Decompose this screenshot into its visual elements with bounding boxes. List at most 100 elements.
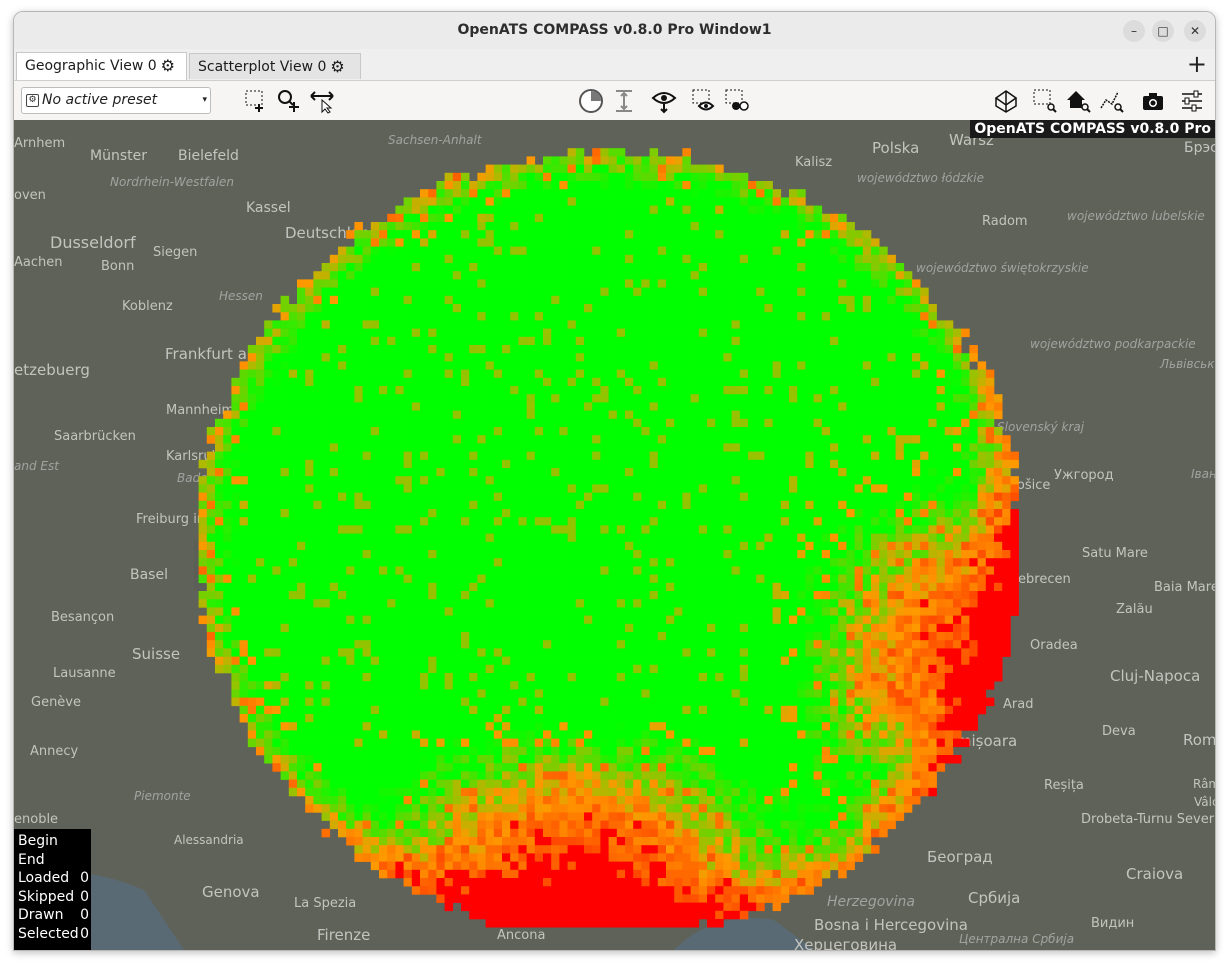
coverage-cell	[920, 295, 929, 305]
maximize-button[interactable]: □	[1152, 20, 1174, 42]
coverage-cell	[510, 230, 519, 239]
tab-scatterplot-view[interactable]: Scatterplot View 0 ⚙	[189, 53, 361, 79]
coverage-cell	[223, 599, 232, 608]
coverage-cell	[313, 328, 322, 338]
app-window: OpenATS COMPASS v0.8.0 Pro Window1 – □ ✕…	[13, 11, 1216, 951]
zoom-add-icon[interactable]	[276, 88, 302, 114]
coverage-cell	[879, 328, 888, 338]
select-rect-icon[interactable]	[243, 88, 269, 114]
screenshot-icon[interactable]	[1140, 88, 1166, 114]
coverage-cell	[657, 320, 667, 329]
select-area-icon[interactable]	[724, 88, 750, 114]
coverage-cell	[838, 558, 847, 567]
coverage-cell	[961, 353, 970, 362]
coverage-cell	[715, 582, 724, 592]
coverage-cell	[395, 369, 404, 379]
coverage-cell	[707, 558, 716, 567]
gear-icon[interactable]: ⚙	[330, 54, 344, 80]
coverage-cell	[305, 386, 314, 395]
coverage-cell	[846, 377, 855, 387]
coverage-cell	[346, 402, 355, 411]
coverage-cell	[370, 312, 380, 321]
coverage-cell	[625, 295, 634, 305]
coverage-cell	[953, 435, 962, 444]
coverage-cell	[403, 271, 413, 280]
coverage-cell	[608, 230, 618, 239]
coverage-cell	[895, 574, 905, 584]
3d-view-icon[interactable]	[993, 88, 1019, 114]
add-view-button[interactable]: +	[1187, 52, 1207, 76]
zoom-points-icon[interactable]	[1098, 88, 1124, 114]
coverage-cell	[928, 353, 937, 362]
coverage-cell	[534, 336, 544, 346]
close-button[interactable]: ✕	[1184, 20, 1206, 42]
coverage-cell	[543, 558, 552, 567]
coverage-cell	[985, 443, 995, 452]
coverage-cell	[493, 550, 503, 559]
coverage-cell	[682, 353, 691, 362]
coverage-cell	[428, 541, 437, 551]
settings-icon[interactable]	[1179, 88, 1205, 114]
coverage-cell	[420, 369, 429, 379]
coverage-cell	[567, 574, 577, 584]
minimize-button[interactable]: –	[1123, 20, 1145, 42]
coverage-cell	[575, 148, 585, 157]
time-filter-icon[interactable]	[578, 88, 604, 114]
tab-geographic-view[interactable]: Geographic View 0 ⚙	[16, 52, 187, 80]
coverage-cell	[649, 599, 659, 608]
home-zoom-icon[interactable]	[1065, 88, 1091, 114]
coverage-cell	[387, 394, 396, 403]
coverage-cell	[748, 615, 757, 625]
preset-dropdown[interactable]: ⚙ No active preset ▾	[21, 87, 211, 114]
coverage-cell	[903, 615, 913, 625]
coverage-cell	[215, 476, 224, 485]
coverage-cell	[690, 484, 700, 493]
coverage-cell	[485, 566, 495, 575]
coverage-cell	[420, 246, 429, 256]
coverage-cell	[485, 377, 495, 387]
view-tab-bar: Geographic View 0 ⚙ Scatterplot View 0 ⚙ +	[14, 49, 1215, 81]
show-selected-icon[interactable]	[651, 88, 677, 114]
coverage-cell	[198, 574, 208, 584]
coverage-cell	[731, 345, 741, 354]
coverage-cell	[854, 591, 864, 600]
coverage-cell	[674, 410, 683, 420]
coverage-cell	[469, 263, 478, 272]
coverage-cell	[485, 386, 495, 395]
coverage-cell	[395, 525, 404, 534]
height-filter-icon[interactable]	[611, 88, 637, 114]
coverage-cell	[846, 263, 855, 272]
coverage-cell	[280, 476, 290, 485]
coverage-cell	[944, 492, 954, 502]
coverage-cell	[846, 254, 855, 264]
gear-icon[interactable]: ⚙	[161, 53, 175, 79]
zoom-rect-icon[interactable]	[1032, 88, 1058, 114]
coverage-cell	[543, 189, 552, 198]
coverage-cell	[313, 566, 322, 575]
coverage-cell	[264, 377, 273, 387]
coverage-cell	[411, 328, 421, 338]
coverage-cell	[854, 279, 864, 288]
coverage-cell	[395, 582, 404, 592]
coverage-cell	[551, 623, 560, 633]
coverage-cell	[338, 427, 347, 436]
coverage-cell	[354, 566, 363, 575]
coverage-cell	[354, 279, 363, 288]
coverage-cell	[682, 254, 691, 264]
coverage-cell	[944, 591, 954, 600]
pan-select-icon[interactable]	[309, 88, 335, 114]
coverage-cell	[272, 574, 281, 584]
coverage-cell	[657, 205, 667, 215]
coverage-cell	[477, 607, 486, 616]
title-bar[interactable]: OpenATS COMPASS v0.8.0 Pro Window1 – □ ✕	[14, 12, 1215, 50]
show-area-icon[interactable]	[691, 88, 717, 114]
coverage-cell	[985, 607, 995, 616]
coverage-cell	[329, 263, 339, 272]
coverage-cell	[756, 189, 765, 198]
coverage-cell	[354, 632, 363, 641]
coverage-cell	[723, 345, 732, 354]
geographic-map-view[interactable]: PolskaWarszБpэстSachsen-AnhaltKaliszwoje…	[14, 120, 1215, 950]
coverage-cell	[969, 607, 978, 616]
coverage-cell	[936, 410, 946, 420]
coverage-cell	[256, 623, 265, 633]
